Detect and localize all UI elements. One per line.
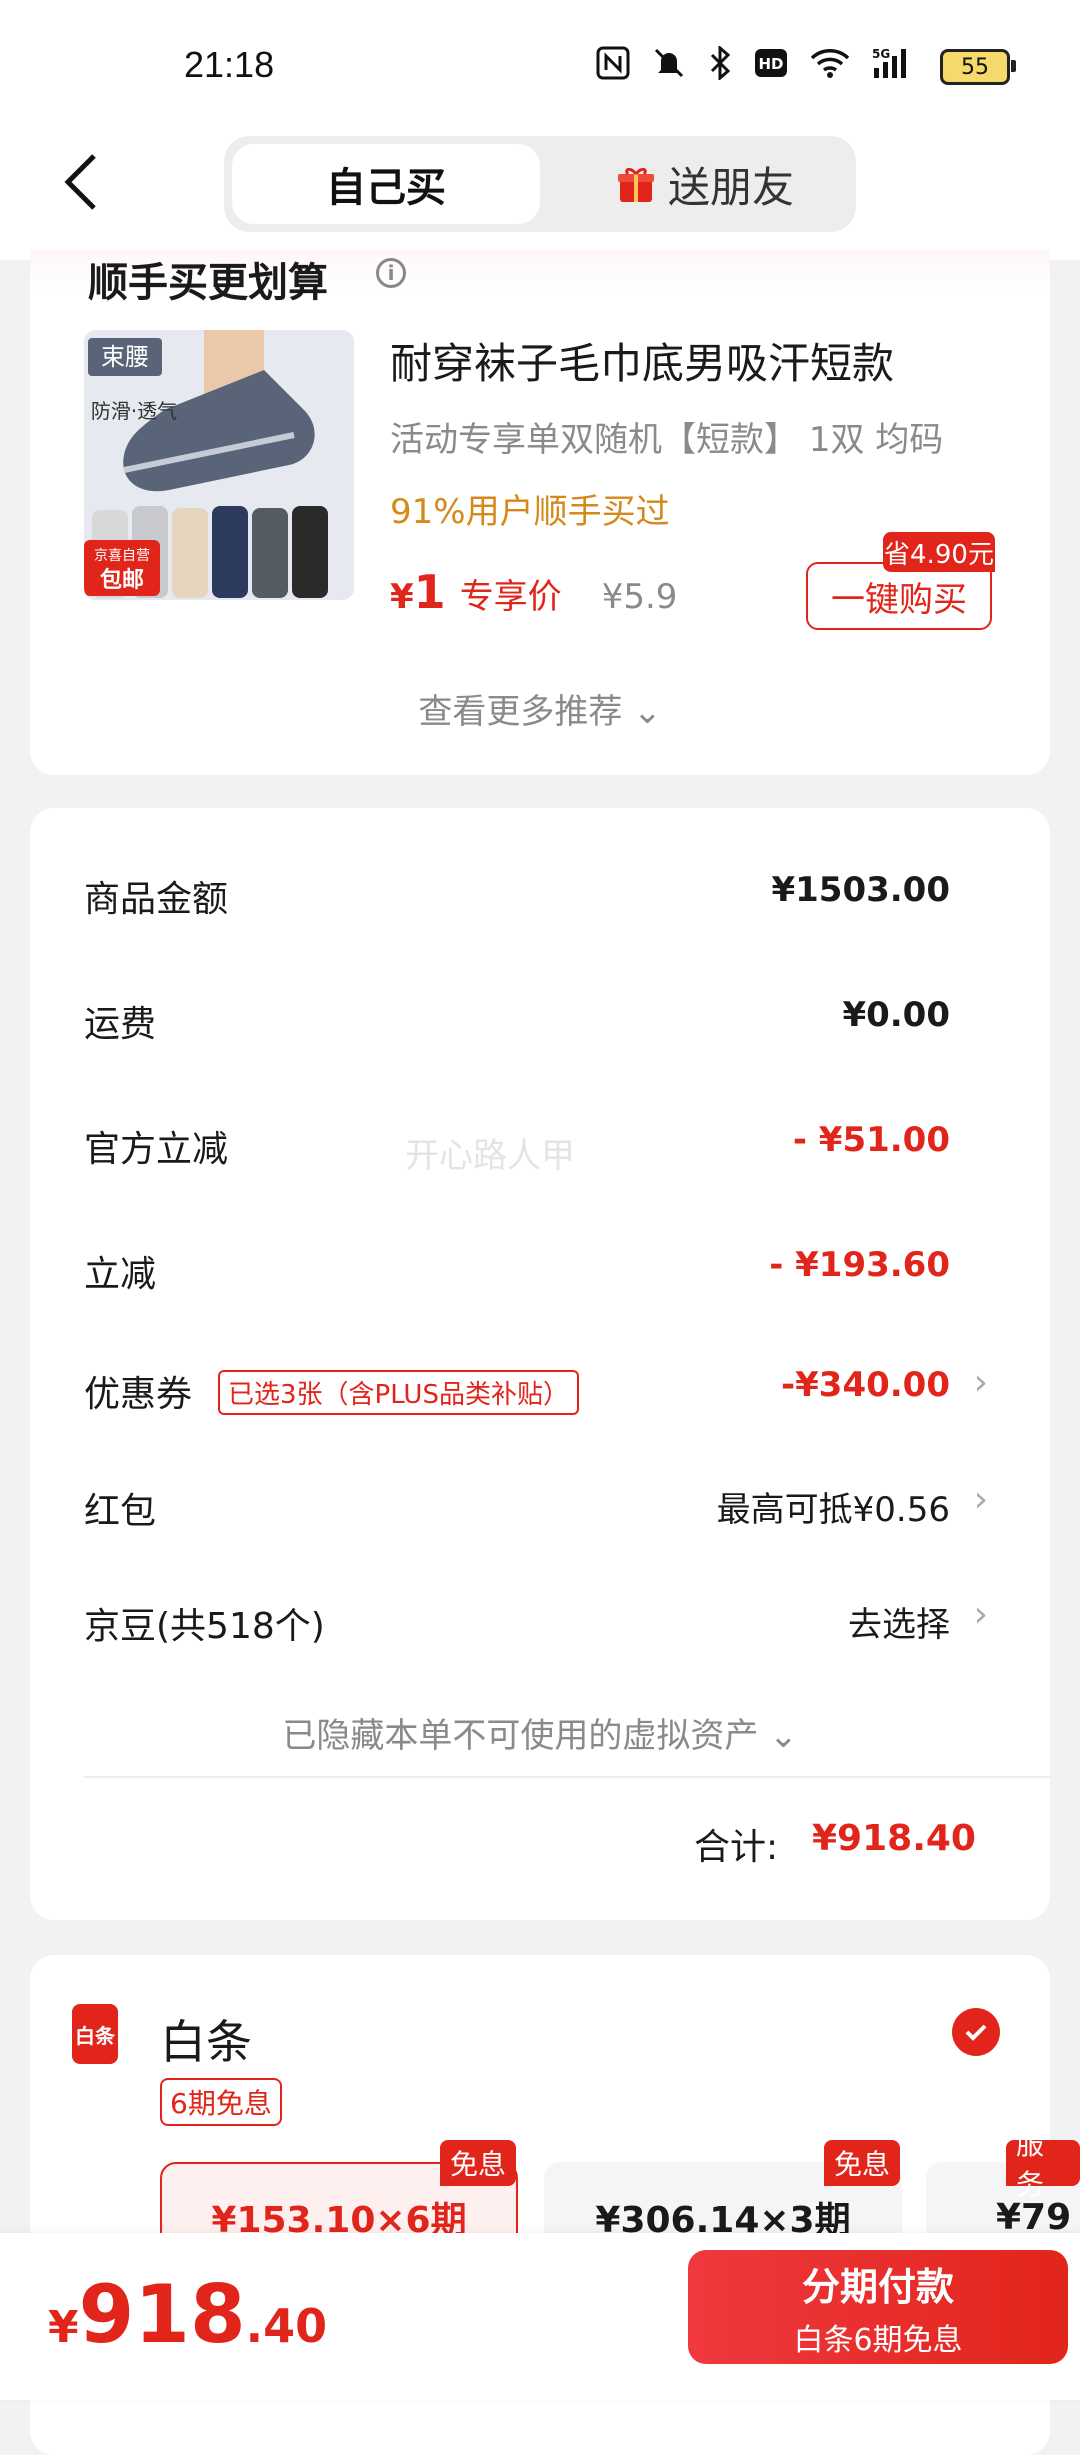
more-recommendations-link[interactable]: 查看更多推荐 ⌄ — [0, 684, 1080, 733]
row-official-discount-value: - ¥51.00 — [792, 1120, 950, 1160]
pay-button-title: 分期付款 — [801, 2264, 954, 2309]
total-label: 合计: — [694, 1827, 779, 1868]
product-popularity-tag: 91%用户顺手买过 — [390, 492, 670, 532]
status-time: 21:18 — [184, 44, 275, 85]
info-icon[interactable]: i — [376, 258, 406, 288]
recommend-title: 顺手买更划算 — [88, 260, 328, 306]
chevron-right-icon[interactable]: › — [974, 1479, 988, 1520]
price-value: 1 — [413, 565, 446, 619]
plan-badge: 免息 — [824, 2140, 901, 2186]
bluetooth-icon — [708, 44, 732, 88]
row-jd-beans-value[interactable]: 去选择 — [848, 1597, 950, 1646]
chevron-left-icon — [64, 154, 96, 210]
product-image-badge-bottom: 包邮 — [100, 567, 144, 593]
product-title[interactable]: 耐穿袜子毛巾底男吸汗短款 — [390, 330, 894, 391]
bottom-total-integer: 918 — [78, 2268, 246, 2361]
gift-icon — [617, 167, 654, 202]
plan-badge: 服务 — [1006, 2128, 1080, 2201]
product-image-brand: 束腰 — [101, 343, 149, 371]
row-shipping-value: ¥0.00 — [842, 995, 950, 1035]
row-goods-amount-label: 商品金额 — [84, 879, 229, 920]
chevron-right-icon[interactable]: › — [974, 1362, 988, 1403]
signal-5g-icon: 5G — [872, 46, 918, 88]
price-label: 专享价 — [459, 577, 562, 617]
product-image-badge-top: 京喜自营 — [94, 548, 150, 564]
mute-icon — [652, 46, 686, 88]
row-official-discount-label: 官方立减 — [84, 1129, 229, 1170]
plan-badge: 免息 — [440, 2140, 517, 2186]
bottom-total-price: ¥ 918 .40 — [48, 2268, 327, 2361]
row-coupon-value[interactable]: -¥340.00 — [781, 1365, 950, 1405]
back-button[interactable] — [62, 152, 102, 212]
tab-send-to-friend-label: 送朋友 — [667, 162, 794, 212]
tab-send-to-friend[interactable]: 送朋友 — [560, 144, 850, 224]
one-click-buy-button[interactable]: 一键购买 — [806, 562, 992, 630]
original-price: ¥5.9 — [601, 577, 678, 617]
selected-check-icon[interactable] — [952, 2008, 1000, 2056]
row-instant-discount-value: - ¥193.60 — [769, 1245, 950, 1285]
baitiao-interest-free-tag: 6期免息 — [160, 2078, 282, 2126]
row-instant-discount-label: 立减 — [84, 1254, 157, 1295]
product-image[interactable]: 束腰 防滑·透气 京喜自营 包邮 — [84, 330, 354, 600]
hidden-assets-toggle[interactable]: 已隐藏本单不可使用的虚拟资产 ⌄ — [0, 1708, 1080, 1757]
tab-buy-for-self[interactable]: 自己买 — [232, 144, 540, 224]
bottom-total-decimal: .40 — [245, 2299, 328, 2353]
row-coupon-label[interactable]: 优惠券 — [84, 1365, 192, 1417]
divider — [84, 1776, 1050, 1778]
socks-picture: 束腰 防滑·透气 京喜自营 包邮 — [84, 330, 354, 600]
status-icons: HD 5G 55 — [596, 44, 1016, 88]
battery-icon: 55 — [940, 49, 1016, 85]
svg-text:HD: HD — [758, 55, 783, 73]
save-badge: 省4.90元 — [883, 532, 995, 572]
coupon-selected-tag[interactable]: 已选3张（含PLUS品类补贴） — [218, 1370, 579, 1415]
watermark: 开心路人甲 — [405, 1136, 575, 1176]
bottom-total-yen: ¥ — [48, 2302, 79, 2353]
baitiao-name[interactable]: 白条 — [160, 2006, 252, 2072]
svg-text:5G: 5G — [872, 47, 890, 61]
product-sku: 活动专享单双随机【短款】 1双 均码 — [390, 420, 944, 460]
row-jd-beans-label[interactable]: 京豆(共518个) — [84, 1597, 325, 1649]
row-red-packet-value[interactable]: 最高可抵¥0.56 — [717, 1482, 950, 1531]
price-yen: ¥1 — [390, 565, 446, 619]
hd-icon: HD — [754, 48, 788, 86]
total-value: ¥918.40 — [812, 1818, 976, 1859]
baitiao-logo-icon: 白条 — [72, 2004, 118, 2064]
row-shipping-label: 运费 — [84, 1004, 157, 1045]
product-image-feature: 防滑·透气 — [91, 399, 177, 423]
wifi-icon — [810, 47, 850, 87]
product-price-row: ¥1 专享价 ¥5.9 — [390, 565, 677, 619]
row-goods-amount-value: ¥1503.00 — [771, 870, 950, 910]
chevron-right-icon[interactable]: › — [974, 1594, 988, 1635]
installment-pay-button[interactable]: 分期付款 白条6期免息 — [688, 2250, 1068, 2364]
nfc-icon — [596, 46, 630, 88]
pay-button-subtitle: 白条6期免息 — [793, 2322, 963, 2358]
row-red-packet-label[interactable]: 红包 — [84, 1482, 156, 1534]
